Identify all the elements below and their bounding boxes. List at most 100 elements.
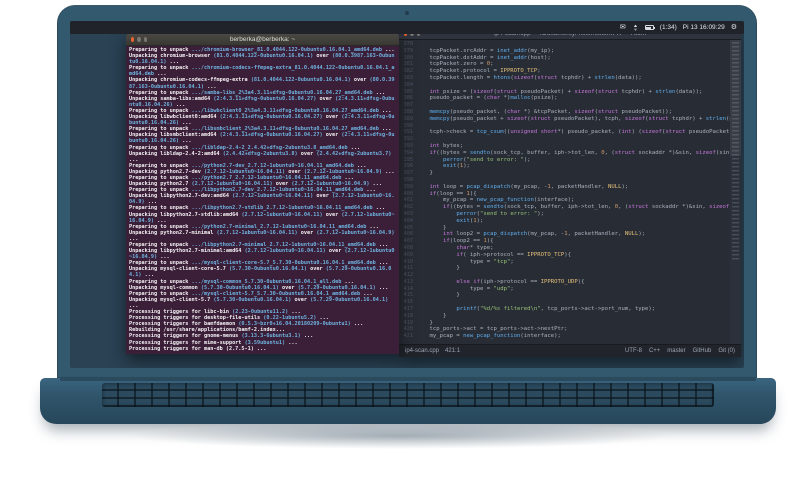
line-number: 416 [403,299,413,306]
line-number: 402 [403,204,413,211]
minimap[interactable] [730,40,741,344]
line-number: 378 [403,41,413,47]
code-line: type = "tcp"; [416,258,514,265]
line-number: 391 [403,129,413,136]
code-line: if((bytes = sendto(sock_tcp, buffer, iph… [429,149,730,156]
line-number: 412 [403,272,413,279]
clock[interactable]: Pi 13 16:09:29 [683,24,725,31]
line-number: 386 [403,95,413,102]
line-number: 409 [403,251,413,258]
code-line: memcpy(pseudo_packet + sizeof(struct pse… [429,115,730,122]
terminal-line: Preparing to unpack .../chromium-codecs-… [129,65,395,78]
line-number: 405 [403,224,413,231]
code-line: } [416,292,460,299]
shadow [10,420,790,460]
status-item[interactable]: UTF-8 [625,348,642,354]
status-item[interactable]: master [667,348,685,354]
line-number: 419 [403,319,413,326]
session-gear-icon[interactable]: ⚙ [731,24,737,31]
code-line: type = "udp"; [416,285,514,292]
line-number: 421 [403,333,413,340]
status-item[interactable]: Git (0) [718,348,735,354]
line-number: 388 [403,108,413,115]
status-item[interactable]: GitHub [693,348,712,354]
line-number: 389 [403,115,413,122]
line-number: 384 [403,81,413,88]
status-item[interactable]: C++ [649,348,660,354]
scene: ✉ (1:34) Pi 13 16:09:29 ⚙ berberka@berbe… [0,0,800,477]
code-line: perror("send to error: "); [442,156,531,163]
mail-indicator-icon[interactable]: ✉ [620,24,626,31]
terminal-output[interactable]: Preparing to unpack .../chromium-browser… [129,47,397,353]
code-line: tcpPacket.protocol = IPPROTO_TCP; [416,68,541,75]
line-number: 398 [403,176,413,183]
line-number: 392 [403,136,413,143]
code-line: int bytes; [429,142,464,149]
terminal-line: Unpacking mysql-client-core-5.7 (5.7.30-… [129,266,392,279]
line-number: 380 [403,54,413,61]
code-lines[interactable]: tcpPacket.srcAddr = inet_addr(my_ip); tc… [416,40,730,344]
code-line: my_pcap = new_pcap_function(interface); [416,197,575,204]
terminal-line: Unpacking chromium-browser (81.0.4044.12… [129,53,395,66]
code-line: int psize = (sizeof(struct pseudoPacket)… [429,88,703,95]
code-line: perror("send to error: "); [456,210,545,217]
code-line: if((bytes = sendto(sock_tcp, buffer, iph… [442,204,730,211]
terminal-line: Unpacking libsmbclient:amd64 (2:4.3.11+d… [129,132,395,145]
status-file[interactable]: ip4-scan.cpp [405,348,439,354]
code-line: } [416,265,460,272]
code-line: } [416,224,447,231]
line-number: 417 [403,306,413,313]
line-number: 411 [403,265,413,272]
code-line: if(loop == 1){ [429,190,477,197]
terminal-line: Unpacking libpython2.7-dev:amd64 (2.7.12… [129,193,395,206]
close-icon[interactable] [131,36,135,42]
line-number: 414 [403,285,413,292]
webcam-icon [405,11,409,15]
line-number: 379 [403,47,413,54]
line-number: 403 [403,210,413,217]
line-number: 393 [403,142,413,149]
line-number: 395 [403,156,413,163]
code-line: int loop2 = pcap_dispatch(my_pcap, -1, p… [442,231,646,238]
atom-window: ip4-scan.cpp - ~/Dokumenty/4.semester/IP… [399,27,741,357]
line-number: 385 [403,88,413,95]
terminal-window: berberka@berberka: ~ Preparing to unpack… [126,33,399,354]
terminal-line: Unpacking libpython2.7-stdlib:amd64 (2.7… [129,211,395,224]
window-controls [126,36,152,42]
minimize-icon[interactable] [137,36,141,42]
code-line: tcp_ports->act = tcp_ports->act->nextPtr… [416,326,568,333]
network-icon[interactable] [632,24,639,32]
line-number: 396 [403,163,413,170]
code-line: } [416,319,433,326]
top-panel: ✉ (1:34) Pi 13 16:09:29 ⚙ [70,21,744,34]
code-line: tcpPacket.zero = 0; [416,61,494,68]
line-number: 415 [403,292,413,299]
line-number: 381 [403,61,413,68]
terminal-title: berberka@berberka: ~ [229,35,296,43]
code-line: else if(iph->protocol == IPPROTO_UDP){ [456,278,585,285]
battery-fill [646,26,652,29]
status-cursor-position[interactable]: 421:1 [445,348,460,354]
line-number: 420 [403,326,413,333]
line-number: 397 [403,170,413,177]
line-number: 383 [403,74,413,81]
terminal-titlebar[interactable]: berberka@berberka: ~ [126,33,399,46]
line-number: 418 [403,312,413,319]
battery-label[interactable]: (1:34) [660,24,677,31]
code-line: memcpy(pseudo_packet, (char *) &tcpPacke… [429,108,673,115]
line-number: 401 [403,197,413,204]
battery-icon[interactable] [644,25,655,30]
code-line: pseudo_packet = (char *)malloc(psize); [416,95,558,102]
code-line: if( iph->protocol == IPPROTO_TCP){ [456,251,571,258]
laptop-screen-bezel: ✉ (1:34) Pi 13 16:09:29 ⚙ berberka@berbe… [57,5,757,378]
maximize-icon[interactable] [143,36,147,42]
line-number: 413 [403,278,413,285]
status-bar: ip4-scan.cpp 421:1 UTF-8 C++ master GitHub G… [399,344,741,357]
terminal-line: Unpacking samba-libs:amd64 (2:4.3.11+dfs… [129,95,395,108]
